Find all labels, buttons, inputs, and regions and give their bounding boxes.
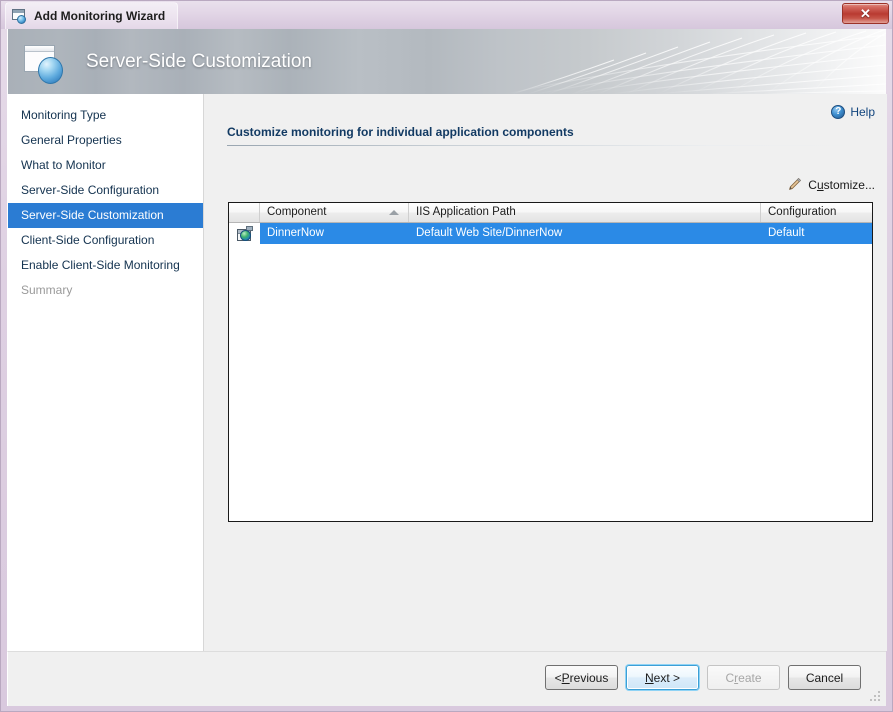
close-icon: ✕ [860, 6, 871, 21]
wizard-step-sidebar: Monitoring Type General Properties What … [8, 94, 204, 651]
window-title: Add Monitoring Wizard [34, 9, 166, 23]
footer-buttons: < Previous Next > Cr eate Cancel [545, 665, 861, 690]
web-application-icon [236, 226, 253, 241]
components-table[interactable]: Component IIS Application Path Configura… [228, 202, 873, 522]
column-header-component[interactable]: Component [260, 203, 409, 222]
banner-title: Server-Side Customization [86, 50, 312, 72]
sidebar-item-client-side-configuration[interactable]: Client-Side Configuration [8, 228, 203, 253]
table-header-row: Component IIS Application Path Configura… [229, 203, 872, 223]
window-sphere-icon [12, 8, 28, 24]
close-button[interactable]: ✕ [842, 3, 889, 24]
cell-component: DinnerNow [267, 227, 324, 239]
sidebar-item-monitoring-type[interactable]: Monitoring Type [8, 103, 203, 128]
help-label: Help [850, 105, 875, 119]
column-header-configuration[interactable]: Configuration [761, 203, 872, 222]
sort-ascending-icon [389, 210, 399, 215]
window-title-tab: Add Monitoring Wizard [5, 2, 179, 29]
sidebar-item-general-properties[interactable]: General Properties [8, 128, 203, 153]
wizard-window: Add Monitoring Wizard ✕ Server-Side Cust… [0, 0, 893, 712]
create-button: Cr eate [707, 665, 780, 690]
sidebar-item-summary: Summary [21, 283, 73, 297]
wizard-banner: Server-Side Customization [7, 29, 886, 94]
row-icon-cell [229, 223, 260, 244]
column-header-iis-application-path[interactable]: IIS Application Path [409, 203, 761, 222]
help-link[interactable]: ? Help [831, 105, 875, 119]
question-mark-icon: ? [831, 105, 846, 119]
banner-mesh-decoration [505, 29, 886, 94]
title-divider [227, 145, 872, 146]
sidebar-item-server-side-customization[interactable]: Server-Side Customization [8, 203, 203, 228]
sidebar-item-what-to-monitor[interactable]: What to Monitor [8, 153, 203, 178]
next-button[interactable]: Next > [626, 665, 699, 690]
footer-bar: < Previous Next > Cr eate Cancel [7, 651, 886, 706]
column-header-component-label: Component [267, 206, 327, 218]
table-row[interactable]: DinnerNow Default Web Site/DinnerNow Def… [229, 223, 872, 244]
pencil-icon [787, 177, 802, 192]
cancel-button[interactable]: Cancel [788, 665, 861, 690]
page-title: Customize monitoring for individual appl… [227, 125, 574, 139]
customize-label: Customize... [808, 177, 875, 192]
sidebar-item-enable-client-side-monitoring[interactable]: Enable Client-Side Monitoring [8, 253, 203, 278]
cell-configuration: Default [768, 227, 805, 239]
main-pane: ? Help Customize monitoring for individu… [205, 94, 887, 651]
cell-iis-application-path: Default Web Site/DinnerNow [416, 227, 563, 239]
customize-button[interactable]: Customize... [787, 177, 875, 192]
resize-grip[interactable] [869, 690, 881, 702]
column-header-icon[interactable] [229, 203, 260, 222]
sidebar-item-server-side-configuration[interactable]: Server-Side Configuration [8, 178, 203, 203]
previous-button[interactable]: < Previous [545, 665, 618, 690]
title-bar: Add Monitoring Wizard ✕ [1, 1, 892, 29]
content-area: Monitoring Type General Properties What … [7, 94, 887, 651]
banner-window-sphere-icon [22, 43, 66, 85]
